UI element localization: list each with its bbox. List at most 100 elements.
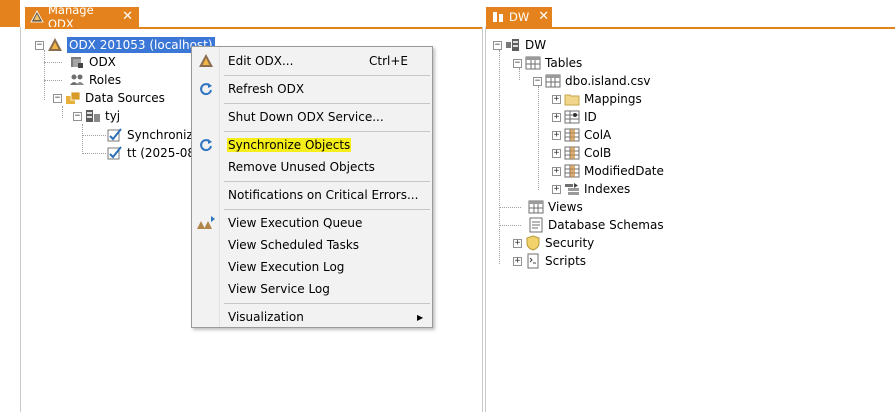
dw-field-cola[interactable]: + ColA (552, 126, 611, 144)
menu-item-view-execution-queue[interactable]: View Execution Queue (193, 212, 431, 234)
menu-item-view-execution-log[interactable]: View Execution Log (193, 256, 431, 278)
left-panel-strip (0, 0, 20, 27)
refresh-icon (193, 82, 219, 96)
menu-separator (224, 131, 430, 132)
menu-separator (224, 103, 430, 104)
dw-security-node[interactable]: + Security (513, 234, 594, 252)
tree-line (538, 86, 539, 190)
dw-icon (491, 10, 505, 24)
dw-field-modifieddate[interactable]: + ModifiedDate (552, 162, 664, 180)
menu-item-view-scheduled-tasks[interactable]: View Scheduled Tasks (193, 234, 431, 256)
odx-server-icon (47, 37, 63, 53)
tree-line (82, 153, 106, 154)
sync-icon (193, 138, 219, 152)
odx-cone-icon (193, 53, 219, 69)
dw-panel-border (485, 27, 486, 412)
odx-panel-border (482, 27, 483, 412)
close-icon[interactable]: ✕ (538, 10, 549, 23)
data-sources-icon (65, 90, 81, 106)
field-icon (564, 163, 580, 179)
expand-icon[interactable]: + (513, 238, 522, 248)
tree-item-roles[interactable]: Roles (69, 71, 121, 89)
indexes-icon (564, 181, 580, 197)
dw-scripts-node[interactable]: + Scripts (513, 252, 586, 270)
menu-separator (224, 303, 430, 304)
field-icon (564, 145, 580, 161)
folder-icon (564, 91, 580, 107)
close-icon[interactable]: ✕ (122, 10, 133, 23)
menu-item-notifications[interactable]: Notifications on Critical Errors... (193, 184, 431, 206)
script-icon (525, 253, 541, 269)
odx-root-node[interactable]: − ODX 201053 (localhost) (35, 36, 215, 54)
menu-item-remove-unused[interactable]: Remove Unused Objects (193, 156, 431, 178)
expand-icon[interactable]: + (552, 112, 561, 122)
users-icon (69, 72, 85, 88)
tree-line (44, 80, 62, 81)
left-divider (20, 27, 21, 412)
menu-item-edit-odx[interactable]: Edit ODX... Ctrl+E (193, 50, 431, 72)
menu-separator (224, 181, 430, 182)
menu-item-shutdown[interactable]: Shut Down ODX Service... (193, 106, 431, 128)
tables-icon (525, 55, 541, 71)
expand-icon[interactable]: + (552, 130, 561, 140)
expand-icon[interactable]: + (552, 94, 561, 104)
dw-views-node[interactable]: Views (528, 198, 583, 216)
expand-icon[interactable]: + (552, 148, 561, 158)
task-check-icon (107, 127, 123, 143)
tree-line (44, 62, 62, 63)
tab-underline (486, 27, 895, 29)
menu-separator (224, 75, 430, 76)
tab-underline (25, 27, 482, 29)
collapse-icon[interactable]: − (493, 40, 502, 50)
table-icon (545, 73, 561, 89)
tab-label: DW (509, 10, 530, 24)
tab-dw[interactable]: DW ✕ (486, 7, 552, 27)
tree-line (62, 106, 63, 118)
tree-line (82, 124, 83, 154)
collapse-icon[interactable]: − (53, 93, 62, 103)
expand-icon[interactable]: + (552, 166, 561, 176)
tree-item-data-sources[interactable]: − Data Sources (53, 89, 165, 107)
dw-schemas-node[interactable]: Database Schemas (528, 216, 664, 234)
tree-line (499, 225, 521, 226)
shield-icon (525, 235, 541, 251)
expand-icon[interactable]: + (552, 184, 561, 194)
tree-line (499, 50, 500, 264)
collapse-icon[interactable]: − (513, 58, 522, 68)
data-warehouse-icon (505, 37, 521, 53)
execution-queue-icon (193, 216, 219, 230)
menu-item-synchronize-objects[interactable]: Synchronize Objects (193, 134, 431, 156)
dw-mappings-node[interactable]: + Mappings (552, 90, 642, 108)
tree-line (44, 50, 45, 100)
dw-field-id[interactable]: + ID (552, 108, 597, 126)
odx-cone-icon (30, 10, 44, 24)
menu-item-refresh-odx[interactable]: Refresh ODX (193, 78, 431, 100)
menu-item-view-service-log[interactable]: View Service Log (193, 278, 431, 300)
schemas-icon (528, 217, 544, 233)
data-source-icon (85, 108, 101, 124)
key-field-icon (564, 109, 580, 125)
menu-separator (224, 209, 430, 210)
dw-tables-node[interactable]: − Tables (513, 54, 582, 72)
tree-item-odx[interactable]: ODX (69, 53, 116, 71)
dw-field-colb[interactable]: + ColB (552, 144, 611, 162)
collapse-icon[interactable]: − (35, 40, 44, 50)
collapse-icon[interactable]: − (73, 111, 82, 121)
dw-root-node[interactable]: − DW (493, 36, 546, 54)
dw-indexes-node[interactable]: + Indexes (552, 180, 630, 198)
dw-table-node[interactable]: − dbo.island.csv (533, 72, 650, 90)
database-icon (69, 54, 85, 70)
views-icon (528, 199, 544, 215)
tree-line (82, 135, 106, 136)
context-menu: Edit ODX... Ctrl+E Refresh ODX Shut Down… (191, 46, 433, 328)
shortcut-text: Ctrl+E (369, 54, 408, 68)
task-check-icon (107, 145, 123, 161)
expand-icon[interactable]: + (513, 256, 522, 266)
collapse-icon[interactable]: − (533, 76, 542, 86)
field-icon (564, 127, 580, 143)
tree-item-tyj[interactable]: − tyj (73, 107, 120, 125)
submenu-arrow-icon: ▶ (417, 312, 424, 322)
tab-manage-odx[interactable]: Manage ODX ✕ (25, 3, 139, 31)
menu-item-visualization[interactable]: Visualization ▶ (193, 306, 431, 328)
tree-line (499, 207, 521, 208)
